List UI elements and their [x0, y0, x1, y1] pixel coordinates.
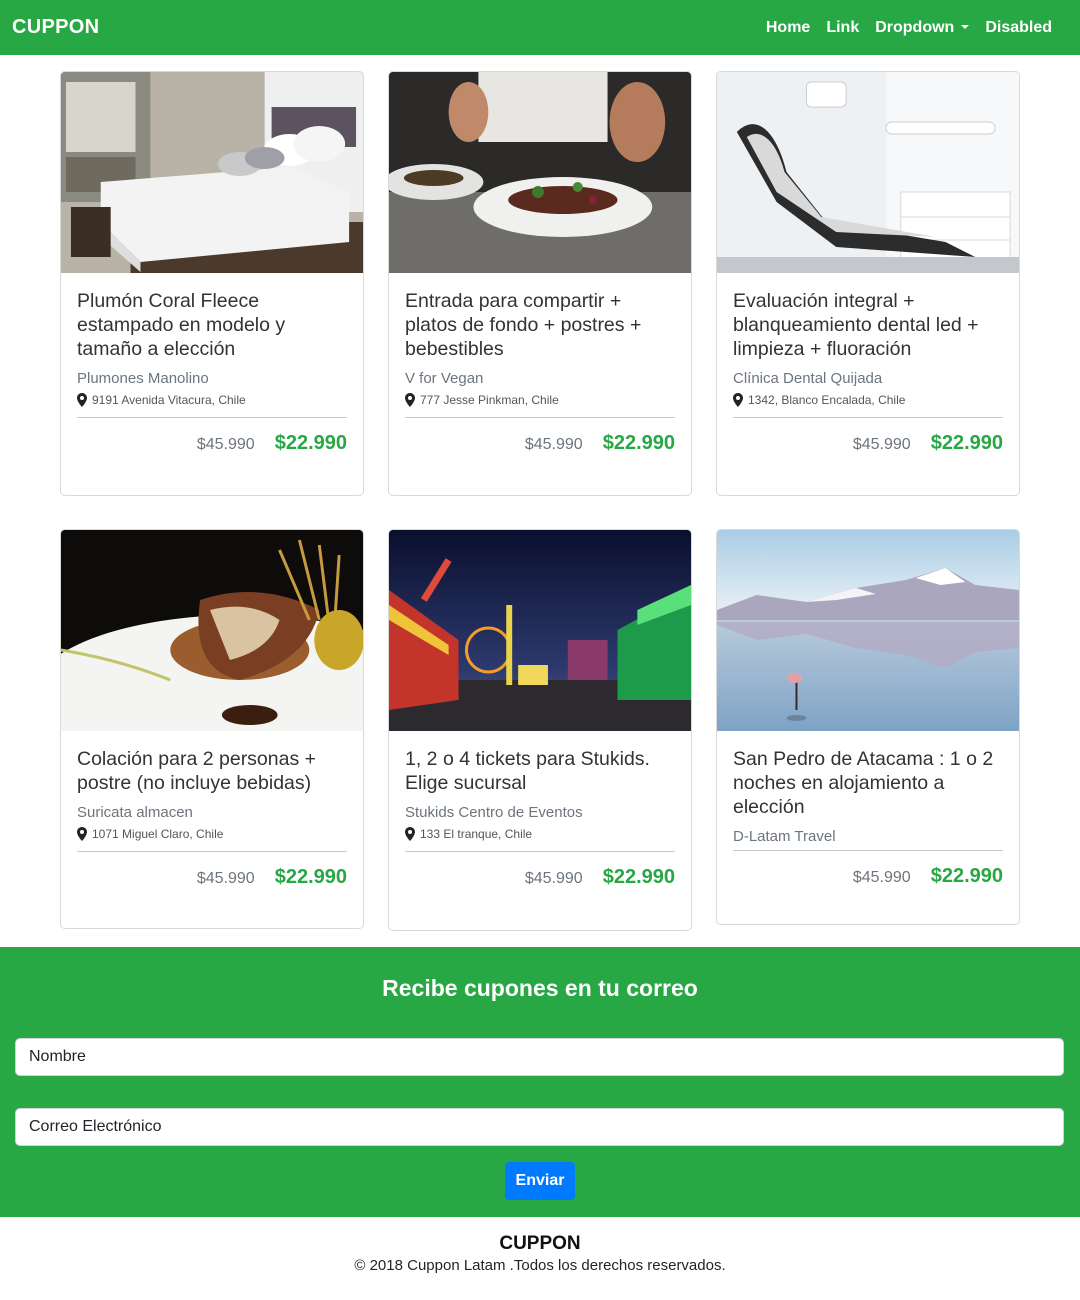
card-address-text: 133 El tranque, Chile [420, 827, 533, 841]
brand-logo[interactable]: CUPPON [12, 16, 99, 39]
card-address-text: 1071 Miguel Claro, Chile [92, 827, 224, 841]
card-vendor: Stukids Centro de Eventos [405, 804, 583, 821]
card-address-text: 777 Jesse Pinkman, Chile [420, 393, 559, 407]
card-prices: $45.990 $22.990 [405, 852, 675, 889]
card-address-text: 1342, Blanco Encalada, Chile [748, 393, 906, 407]
card-address: 777 Jesse Pinkman, Chile [405, 391, 675, 409]
nav-dropdown-label: Dropdown [875, 18, 955, 36]
card-address-text: 9191 Avenida Vitacura, Chile [92, 393, 246, 407]
new-price: $22.990 [602, 432, 675, 454]
card-vendor: Suricata almacen [77, 804, 193, 821]
map-pin-icon [77, 827, 87, 841]
newsletter-section: Recibe cupones en tu correo Nombre Corre… [0, 947, 1080, 1217]
card-image-fair-night[interactable] [389, 530, 691, 731]
card-vendor: D-Latam Travel [733, 828, 836, 845]
card-title[interactable]: Plumón Coral Fleece estampado en modelo … [77, 289, 347, 361]
card-address: 133 El tranque, Chile [405, 825, 675, 843]
nav-links: Home Link Dropdown Disabled [758, 19, 1060, 37]
old-price: $45.990 [196, 870, 255, 887]
coupon-card[interactable]: Plumón Coral Fleece estampado en modelo … [60, 71, 364, 496]
card-image-salt-lake[interactable] [717, 530, 1019, 731]
coupon-card[interactable]: San Pedro de Atacama : 1 o 2 noches en a… [716, 529, 1020, 925]
submit-button[interactable]: Enviar [505, 1162, 575, 1200]
old-price: $45.990 [524, 870, 583, 887]
card-title[interactable]: Entrada para compartir + platos de fondo… [405, 289, 675, 361]
old-price: $45.990 [852, 436, 911, 453]
coupon-card[interactable]: Entrada para compartir + platos de fondo… [388, 71, 692, 496]
old-price: $45.990 [524, 436, 583, 453]
map-pin-icon [405, 393, 415, 407]
coupon-grid: Plumón Coral Fleece estampado en modelo … [0, 55, 1080, 947]
coupon-card[interactable]: Colación para 2 personas + postre (no in… [60, 529, 364, 929]
card-title[interactable]: 1, 2 o 4 tickets para Stukids. Elige suc… [405, 747, 675, 795]
card-prices: $45.990 $22.990 [405, 418, 675, 455]
new-price: $22.990 [602, 866, 675, 888]
card-prices: $45.990 $22.990 [77, 418, 347, 455]
nav-dropdown[interactable]: Dropdown [867, 19, 977, 37]
card-title[interactable]: Colación para 2 personas + postre (no in… [77, 747, 347, 795]
caret-down-icon [961, 24, 970, 29]
nav-link-disabled: Disabled [985, 18, 1052, 36]
old-price: $45.990 [852, 869, 911, 886]
footer-copyright: © 2018 Cuppon Latam .Todos los derechos … [354, 1257, 726, 1274]
card-address: 1071 Miguel Claro, Chile [77, 825, 347, 843]
coupon-card[interactable]: Evaluación integral + blanqueamiento den… [716, 71, 1020, 496]
card-image-dental-chair[interactable] [717, 72, 1019, 273]
card-prices: $45.990 $22.990 [77, 852, 347, 889]
card-image-meat-dish[interactable] [61, 530, 363, 731]
footer-brand: CUPPON [499, 1233, 581, 1254]
email-field[interactable]: Correo Electrónico [15, 1108, 1064, 1146]
coupon-card[interactable]: 1, 2 o 4 tickets para Stukids. Elige suc… [388, 529, 692, 931]
card-prices: $45.990 $22.990 [733, 418, 1003, 455]
card-image-chef-plating[interactable] [389, 72, 691, 273]
card-address: 9191 Avenida Vitacura, Chile [77, 391, 347, 409]
old-price: $45.990 [196, 436, 255, 453]
card-prices: $45.990 $22.990 [733, 851, 1003, 888]
card-title[interactable]: Evaluación integral + blanqueamiento den… [733, 289, 1003, 361]
nav-link-home[interactable]: Home [758, 19, 818, 37]
card-title[interactable]: San Pedro de Atacama : 1 o 2 noches en a… [733, 747, 1003, 819]
map-pin-icon [405, 827, 415, 841]
card-vendor: Plumones Manolino [77, 370, 209, 387]
new-price: $22.990 [274, 866, 347, 888]
footer: CUPPON © 2018 Cuppon Latam .Todos los de… [0, 1217, 1080, 1300]
card-vendor: Clínica Dental Quijada [733, 370, 883, 387]
map-pin-icon [733, 393, 743, 407]
nav-link-link[interactable]: Link [818, 19, 867, 37]
new-price: $22.990 [930, 432, 1003, 454]
new-price: $22.990 [930, 865, 1003, 887]
card-vendor: V for Vegan [405, 370, 484, 387]
card-address: 1342, Blanco Encalada, Chile [733, 391, 1003, 409]
newsletter-title: Recibe cupones en tu correo [382, 975, 698, 1001]
navbar: CUPPON Home Link Dropdown Disabled [0, 0, 1080, 55]
name-field[interactable]: Nombre [15, 1038, 1064, 1076]
card-image-bedroom[interactable] [61, 72, 363, 273]
map-pin-icon [77, 393, 87, 407]
new-price: $22.990 [274, 432, 347, 454]
